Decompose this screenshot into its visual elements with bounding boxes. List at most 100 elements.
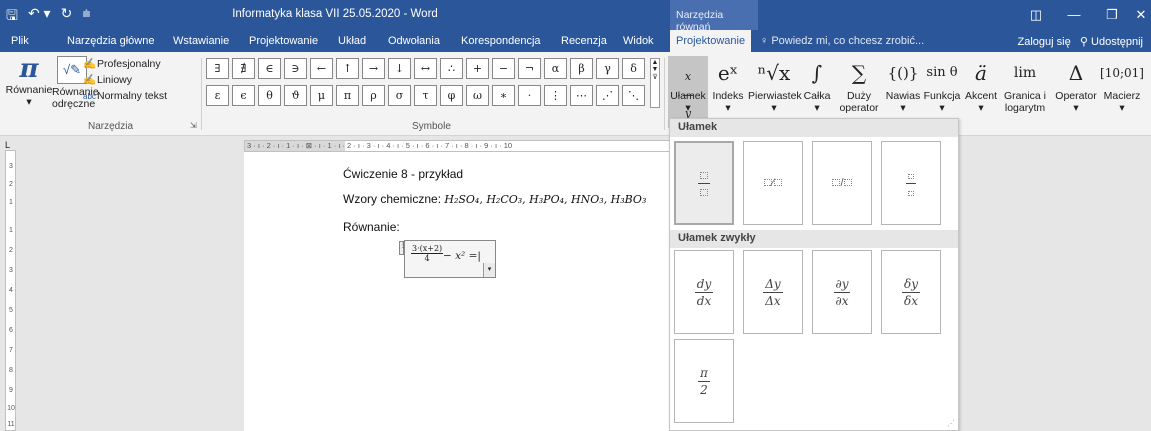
fraction-small-option[interactable] xyxy=(881,141,941,225)
format-normal-text[interactable]: abcNormalny tekst xyxy=(83,88,167,105)
symbol-button[interactable]: δ xyxy=(622,58,645,79)
tab-layout[interactable]: Układ xyxy=(338,30,366,52)
structure-large-operator-button[interactable]: ∑ Duży operator xyxy=(834,56,884,114)
ribbon-display-icon[interactable]: ◫ xyxy=(1017,0,1055,30)
structure-accent-button[interactable]: ä Akcent ▾ xyxy=(962,56,1000,114)
tab-mailings[interactable]: Korespondencja xyxy=(461,30,541,52)
resize-grip-icon[interactable]: ⋰ xyxy=(947,419,955,428)
symbol-button[interactable]: π xyxy=(336,85,359,106)
partial-fraction: ∂y ∂x xyxy=(833,277,851,308)
structure-label: Ułamek xyxy=(670,90,706,102)
symbol-button[interactable]: ∴ xyxy=(440,58,463,79)
small-delta-fraction: δy δx xyxy=(901,277,920,308)
common-fraction-header: Ułamek zwykły xyxy=(670,230,958,248)
minimize-icon[interactable]: — xyxy=(1055,0,1093,30)
symbol-button[interactable]: ⋱ xyxy=(622,85,645,106)
fraction-bottom: δx xyxy=(903,293,918,308)
structure-radical-button[interactable]: ⁿ√x Pierwiastek ▾ xyxy=(748,56,802,114)
symbol-button[interactable]: α xyxy=(544,58,567,79)
symbol-button[interactable]: θ xyxy=(258,85,281,106)
symbol-button[interactable]: ↓ xyxy=(388,58,411,79)
tab-file[interactable]: Plik xyxy=(11,30,29,52)
symbol-button[interactable]: μ xyxy=(310,85,333,106)
fraction-delta-option[interactable]: Δy Δx xyxy=(743,250,803,334)
restore-icon[interactable]: ❐ xyxy=(1093,0,1131,30)
symbol-button[interactable]: ← xyxy=(310,58,333,79)
symbol-button[interactable]: ω xyxy=(466,85,489,106)
fraction-stacked-option[interactable] xyxy=(674,141,734,225)
tab-home[interactable]: Narzędzia główne xyxy=(67,30,154,52)
symbol-button[interactable]: ↔ xyxy=(414,58,437,79)
symbol-button[interactable]: ∃ xyxy=(206,58,229,79)
structure-limit-log-button[interactable]: lim Granica i logarytm xyxy=(1000,56,1050,114)
symbols-gallery: ∃ ∄ ∈ ∋ ← ↑ → ↓ ↔ ∴ + − ¬ α β γ δ ε ϵ θ … xyxy=(206,58,650,109)
symbol-button[interactable]: φ xyxy=(440,85,463,106)
fraction-bottom: 2 xyxy=(700,382,708,397)
group-separator xyxy=(664,58,665,130)
chevron-down-icon: ▾ xyxy=(814,102,820,114)
tab-design[interactable]: Projektowanie xyxy=(249,30,318,52)
share-button[interactable]: Udostępnij xyxy=(1091,36,1143,48)
format-professional[interactable]: ✍Profesjonalny xyxy=(83,56,167,72)
symbol-button[interactable]: ¬ xyxy=(518,58,541,79)
symbol-button[interactable]: ⋮ xyxy=(544,85,567,106)
accent-icon: ä xyxy=(975,61,987,85)
dialog-launcher-icon[interactable]: ⇲ xyxy=(190,121,197,130)
symbols-scrollbar[interactable]: ▲ ▼ ⊽ xyxy=(650,58,660,108)
fraction-pi-half-option[interactable]: π2 xyxy=(674,339,734,423)
account-area: Zaloguj się ⚲ Udostępnij xyxy=(1018,35,1143,48)
equation-handle-icon[interactable]: ⋮ xyxy=(399,241,406,255)
structure-operator-button[interactable]: Δ Operator ▾ xyxy=(1052,56,1100,114)
symbol-button[interactable]: − xyxy=(492,58,515,79)
fraction-dy-dx-option[interactable]: dy dx xyxy=(674,250,734,334)
symbol-button[interactable]: ϑ xyxy=(284,85,307,106)
fraction-section-header: Ułamek xyxy=(670,119,958,137)
symbol-button[interactable]: ⋯ xyxy=(570,85,593,106)
tab-insert[interactable]: Wstawianie xyxy=(173,30,229,52)
symbol-button[interactable]: + xyxy=(466,58,489,79)
document-page[interactable]: Ćwiczenie 8 - przykład Wzory chemiczne: … xyxy=(244,152,670,431)
structure-matrix-button[interactable]: [10;01] Macierz ▾ xyxy=(1100,56,1144,114)
symbol-button[interactable]: · xyxy=(518,85,541,106)
tab-selector-icon[interactable]: L xyxy=(5,140,10,150)
symbol-button[interactable]: γ xyxy=(596,58,619,79)
symbol-button[interactable]: β xyxy=(570,58,593,79)
symbol-button[interactable]: ∗ xyxy=(492,85,515,106)
fraction-skewed-option[interactable]: ⁄ xyxy=(743,141,803,225)
fraction-linear-option[interactable]: / xyxy=(812,141,872,225)
structure-bracket-button[interactable]: {()} Nawias ▾ xyxy=(884,56,922,114)
equation-options-chevron-icon[interactable]: ▾ xyxy=(483,263,495,277)
symbol-button[interactable]: ∄ xyxy=(232,58,255,79)
tab-view[interactable]: Widok xyxy=(623,30,654,52)
format-linear[interactable]: ✍Liniowy xyxy=(83,72,167,88)
symbol-button[interactable]: ∈ xyxy=(258,58,281,79)
chevron-down-icon: ▾ xyxy=(725,102,731,114)
format-professional-label: Profesjonalny xyxy=(97,58,161,70)
structure-function-button[interactable]: sin θ Funkcja ▾ xyxy=(922,56,962,114)
radical-icon: ⁿ√x xyxy=(757,61,791,85)
tell-me-search[interactable]: ♀ Powiedz mi, co chcesz zrobić... xyxy=(760,35,924,47)
symbol-button[interactable]: τ xyxy=(414,85,437,106)
symbol-button[interactable]: ϵ xyxy=(232,85,255,106)
sign-in-link[interactable]: Zaloguj się xyxy=(1018,36,1071,48)
ruler-mark: 11 xyxy=(7,421,15,428)
symbol-button[interactable]: ε xyxy=(206,85,229,106)
symbol-button[interactable]: → xyxy=(362,58,385,79)
horizontal-ruler[interactable]: 3 · ı · 2 · ı · 1 · ı · ⊠ · ı · 1 · ı · … xyxy=(244,140,670,152)
tab-references[interactable]: Odwołania xyxy=(388,30,440,52)
symbol-button[interactable]: ρ xyxy=(362,85,385,106)
equation-button[interactable]: π Równanie ▾ xyxy=(4,54,54,108)
symbol-button[interactable]: ∋ xyxy=(284,58,307,79)
fraction-small-delta-option[interactable]: δy δx xyxy=(881,250,941,334)
close-icon[interactable]: ✕ xyxy=(1131,0,1151,30)
structure-integral-button[interactable]: ∫ Całka ▾ xyxy=(802,56,832,114)
tab-equation-design[interactable]: Projektowanie xyxy=(670,30,752,52)
fraction-partial-option[interactable]: ∂y ∂x xyxy=(812,250,872,334)
symbol-button[interactable]: σ xyxy=(388,85,411,106)
equation-editor[interactable]: ⋮ 3·(x+2) 4 − x² =| ▾ xyxy=(399,240,496,278)
symbol-button[interactable]: ⋰ xyxy=(596,85,619,106)
symbol-button[interactable]: ↑ xyxy=(336,58,359,79)
structure-script-button[interactable]: eˣ Indeks ▾ xyxy=(710,56,746,114)
matrix-icon: [10;01] xyxy=(1100,66,1144,80)
tab-review[interactable]: Recenzja xyxy=(561,30,607,52)
